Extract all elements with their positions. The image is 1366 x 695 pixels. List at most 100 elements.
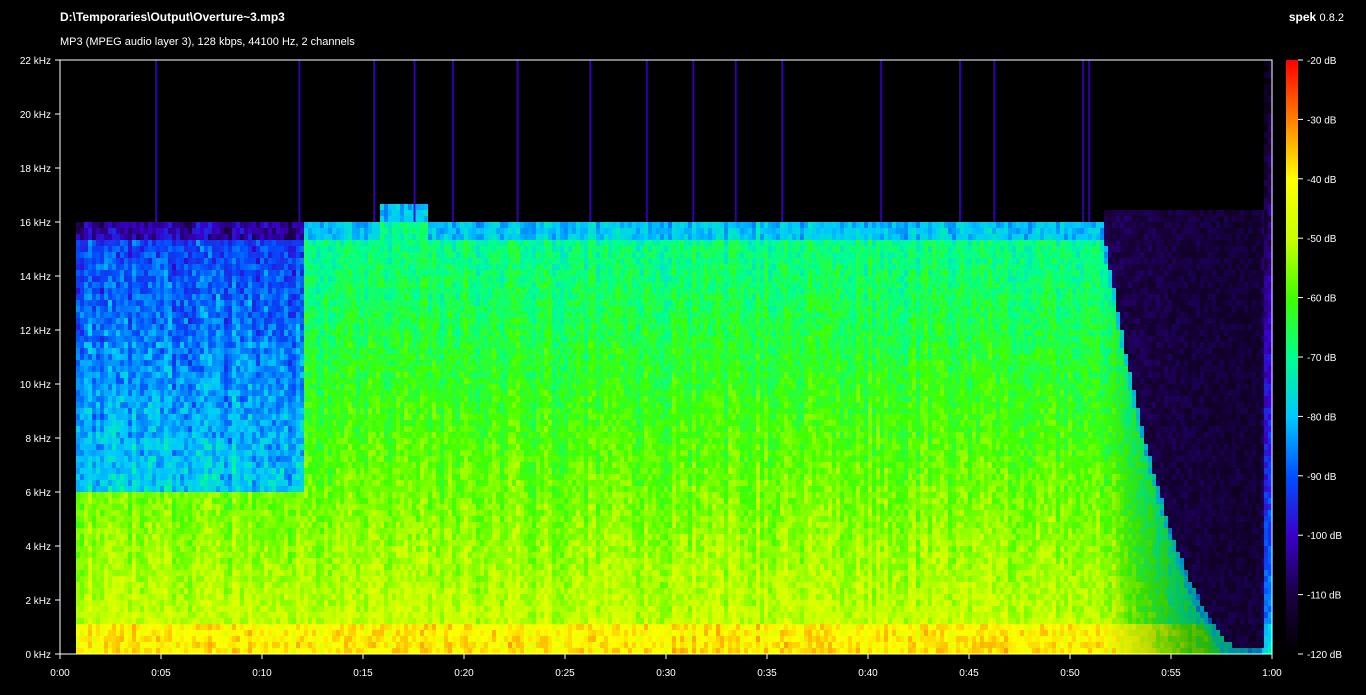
spectrum-cell (200, 552, 204, 558)
spectrum-cell (224, 252, 228, 258)
spectrum-cell (160, 312, 164, 318)
spectrum-cell (204, 234, 208, 240)
spectrum-cell (92, 642, 96, 648)
spectrum-cell (272, 288, 276, 294)
spectrum-cell (124, 456, 128, 462)
spectrum-cell (216, 540, 220, 546)
spectrum-cell (264, 480, 268, 486)
spectrum-cell (156, 618, 160, 624)
spectrum-cell (180, 390, 184, 396)
spectrum-cell (296, 270, 300, 276)
spectrum-cell (252, 576, 256, 582)
spectrum-cell (296, 348, 300, 354)
spectrum-cell (160, 426, 164, 432)
spectrum-cell (288, 540, 292, 546)
spectrum-cell (184, 276, 188, 282)
spectrum-cell (264, 648, 268, 654)
spectrum-cell (128, 330, 132, 336)
spectrum-cell (136, 606, 140, 612)
spectrum-cell (312, 282, 316, 288)
spectrum-cell (88, 498, 92, 504)
spectrum-cell (160, 438, 164, 444)
spectrum-cell (128, 480, 132, 486)
spectrum-cell (296, 612, 300, 618)
spectrum-cell (328, 276, 332, 282)
spectrum-cell (184, 294, 188, 300)
spectrum-cell (248, 384, 252, 390)
spectrum-cell (192, 234, 196, 240)
spectrum-cell (244, 564, 248, 570)
spectrum-cell (180, 606, 184, 612)
spectrum-cell (224, 492, 228, 498)
spectrum-cell (104, 486, 108, 492)
spectrum-cell (240, 498, 244, 504)
spectrum-cell (104, 324, 108, 330)
spectrum-cell (188, 456, 192, 462)
spectrum-cell (208, 456, 212, 462)
spectrum-cell (192, 258, 196, 264)
spectrum-cell (260, 282, 264, 288)
spectrum-cell (284, 396, 288, 402)
spectrum-cell (264, 264, 268, 270)
spectrum-cell (188, 570, 192, 576)
spectrum-cell (132, 486, 136, 492)
spectrum-cell (276, 300, 280, 306)
spectrum-cell (288, 576, 292, 582)
spectrum-cell (260, 648, 264, 654)
spectrum-cell (196, 306, 200, 312)
spectrum-cell (156, 600, 160, 606)
spectrum-cell (340, 510, 344, 516)
spectrum-cell (208, 534, 212, 540)
spectrum-cell (208, 264, 212, 270)
spectrum-cell (88, 624, 92, 630)
spectrum-cell (104, 642, 108, 648)
spectrum-cell (220, 642, 224, 648)
spectrum-cell (296, 282, 300, 288)
spectrum-cell (332, 438, 336, 444)
spectrum-cell (224, 450, 228, 456)
spectrum-cell (140, 450, 144, 456)
spectrum-cell (260, 582, 264, 588)
spectrum-cell (304, 228, 308, 234)
spectrum-cell (328, 588, 332, 594)
spectrum-cell (312, 498, 316, 504)
spectrum-cell (208, 402, 212, 408)
spectrum-cell (208, 624, 212, 630)
spectrum-cell (136, 492, 140, 498)
spectrum-cell (168, 402, 172, 408)
spectrum-cell (108, 570, 112, 576)
spectrum-cell (188, 492, 192, 498)
spectrum-cell (284, 378, 288, 384)
spectrum-cell (132, 492, 136, 498)
spectrum-cell (148, 648, 152, 654)
spectrum-cell (232, 570, 236, 576)
spectrum-cell (188, 300, 192, 306)
spectrum-cell (308, 414, 312, 420)
spectrum-cell (108, 288, 112, 294)
spectrum-cell (144, 360, 148, 366)
spectrum-cell (232, 342, 236, 348)
spectrum-cell (116, 474, 120, 480)
spectrum-cell (92, 474, 96, 480)
spectrum-cell (332, 468, 336, 474)
spectrum-cell (324, 354, 328, 360)
spectrum-cell (120, 408, 124, 414)
spectrum-cell (172, 360, 176, 366)
spectrum-cell (156, 234, 160, 240)
spectrum-cell (76, 534, 80, 540)
spectrum-cell (204, 300, 208, 306)
spectrum-cell (168, 306, 172, 312)
spectrum-cell (336, 228, 340, 234)
spectrum-cell (180, 330, 184, 336)
spectrum-cell (296, 498, 300, 504)
spectrum-cell (268, 642, 272, 648)
spectrum-cell (248, 594, 252, 600)
spectrum-cell (108, 576, 112, 582)
spectrum-cell (204, 528, 208, 534)
spectrum-cell (136, 276, 140, 282)
spectrum-cell (328, 474, 332, 480)
spectrum-cell (152, 450, 156, 456)
spectrum-cell (336, 630, 340, 636)
spectrum-cell (280, 390, 284, 396)
spectrum-cell (256, 240, 260, 246)
